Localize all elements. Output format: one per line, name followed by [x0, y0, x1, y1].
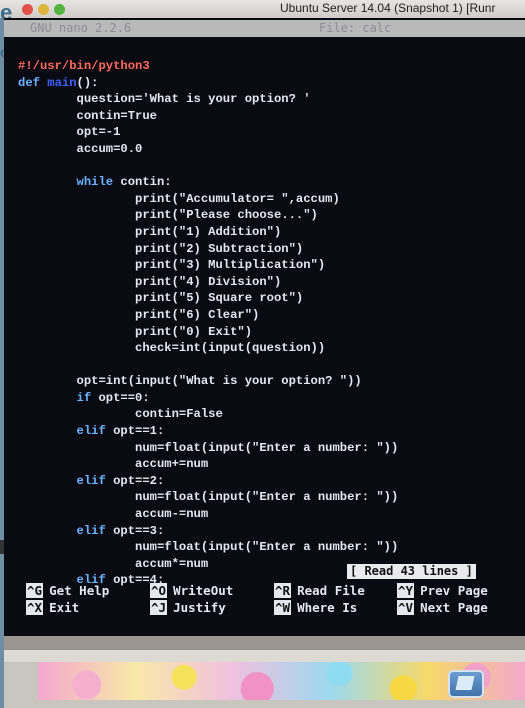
shortcut-key: ^Y: [397, 583, 415, 598]
shortcut-key: ^V: [397, 600, 415, 615]
shortcut-label: Where Is: [297, 600, 358, 615]
code-line: elif opt==2:: [76, 473, 165, 488]
code-line: elif opt==1:: [76, 424, 165, 439]
shortcut-writeout[interactable]: ^O WriteOut: [150, 583, 233, 599]
terminal-window[interactable]: GNU nano 2.2.6 File: calc #!/usr/bin/pyt…: [4, 18, 525, 636]
code-line: print("1) Addition"): [18, 224, 282, 239]
status-message: [ Read 43 lines ]: [347, 564, 476, 579]
code-line: accum-=num: [18, 507, 209, 522]
shortcut-key: ^J: [150, 600, 168, 615]
shortcut-label: WriteOut: [173, 583, 234, 598]
shortcut-label: Prev Page: [420, 583, 488, 598]
code-line: num=float(input("Enter a number: ")): [18, 440, 399, 455]
nano-version: GNU nano 2.2.6: [30, 21, 132, 35]
shortcut-label: Next Page: [420, 600, 488, 615]
shortcut-key: ^R: [274, 583, 292, 598]
shortcut-bar: ^G Get Help ^O WriteOut ^R Read File ^Y Prev…: [4, 581, 525, 617]
virtualbox-dock-icon[interactable]: [448, 670, 484, 698]
window-title-bar: Ubuntu Server 14.04 (Snapshot 1) [Runr: [0, 0, 525, 19]
code-line: #!/usr/bin/python3: [18, 59, 150, 73]
code-line: num=float(input("Enter a number: ")): [18, 540, 399, 555]
code-line: accum*=num: [18, 556, 209, 571]
shortcut-read-file[interactable]: ^R Read File: [274, 583, 365, 599]
code-line: accum+=num: [18, 457, 209, 472]
shortcut-get-help[interactable]: ^G Get Help: [26, 583, 109, 599]
nano-title-bar: GNU nano 2.2.6 File: calc: [4, 20, 525, 37]
shortcut-label: Exit: [49, 600, 80, 615]
code-line: print("0) Exit"): [18, 324, 253, 339]
code-line: print("5) Square root"): [18, 291, 304, 306]
code-line: print("3) Multiplication"): [18, 258, 326, 273]
code-line: num=float(input("Enter a number: ")): [18, 490, 399, 505]
shortcut-label: Justify: [173, 600, 226, 615]
code-line: opt=int(input("What is your option? ")): [18, 374, 362, 389]
shortcut-prev-page[interactable]: ^Y Prev Page: [397, 583, 488, 599]
shortcut-key: ^X: [26, 600, 44, 615]
shortcut-where-is[interactable]: ^W Where Is: [274, 600, 357, 616]
shortcut-label: Read File: [297, 583, 365, 598]
code-line: question='What is your option? ': [18, 92, 311, 107]
shortcut-key: ^O: [150, 583, 168, 598]
shortcut-next-page[interactable]: ^V Next Page: [397, 600, 488, 616]
desktop-strip: [4, 650, 525, 662]
code-line: contin=True: [18, 108, 157, 123]
code-line: contin=False: [18, 407, 223, 422]
editor-text-area[interactable]: #!/usr/bin/python3 def main(): question='…: [18, 58, 398, 589]
code-line: opt=-1: [18, 125, 121, 140]
code-line: print("Please choose..."): [18, 208, 318, 223]
shortcut-exit[interactable]: ^X Exit: [26, 600, 79, 616]
window-bottom-frame: [4, 636, 525, 650]
zoom-window-button[interactable]: [54, 4, 65, 15]
minimize-window-button[interactable]: [38, 4, 49, 15]
window-title: Ubuntu Server 14.04 (Snapshot 1) [Runr: [280, 1, 496, 15]
code-line: def main():: [18, 75, 99, 90]
shortcut-justify[interactable]: ^J Justify: [150, 600, 226, 616]
code-line: while contin:: [76, 175, 172, 190]
code-line: accum=0.0: [18, 141, 143, 156]
file-name-label: File: calc: [319, 21, 392, 35]
shortcut-label: Get Help: [49, 583, 110, 598]
shortcut-key: ^G: [26, 583, 44, 598]
code-line: elif opt==3:: [76, 523, 165, 538]
code-line: print("4) Division"): [18, 274, 282, 289]
code-line: check=int(input(question)): [18, 341, 326, 356]
code-line: if opt==0:: [76, 390, 150, 405]
code-line: print("2) Subtraction"): [18, 241, 304, 256]
code-line: print("6) Clear"): [18, 307, 260, 322]
code-line: print("Accumulator= ",accum): [18, 191, 340, 206]
shortcut-key: ^W: [274, 600, 292, 615]
close-window-button[interactable]: [22, 4, 33, 15]
